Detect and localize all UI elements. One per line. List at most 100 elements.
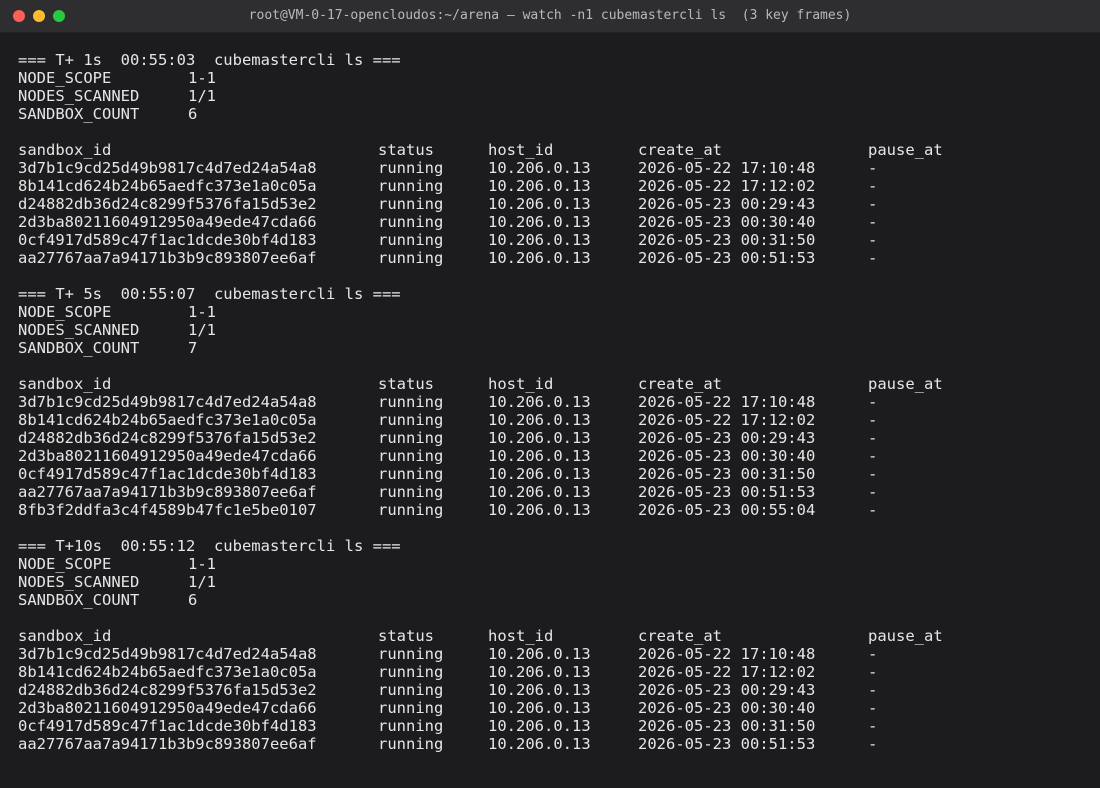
summary-key: NODES_SCANNED: [18, 87, 140, 105]
cell-pause-at: -: [868, 465, 878, 483]
cell-sandbox-id: d24882db36d24c8299f5376fa15d53e2: [18, 195, 317, 213]
cell-pause-at: -: [868, 249, 878, 267]
cell-create-at: 2026-05-23 00:51:53: [638, 483, 816, 501]
column-header-host-id: host_id: [488, 141, 554, 159]
cell-status: running: [378, 249, 444, 267]
summary-value: 6: [188, 105, 198, 123]
cell-sandbox-id: 8b141cd624b24b65aedfc373e1a0c05a: [18, 411, 317, 429]
cell-pause-at: -: [868, 429, 878, 447]
column-header-sandbox-id: sandbox_id: [18, 627, 112, 645]
summary-key: SANDBOX_COUNT: [18, 591, 140, 609]
title-bar[interactable]: root@VM-0-17-opencloudos:~/arena — watch…: [0, 0, 1100, 33]
cell-host-id: 10.206.0.13: [488, 447, 591, 465]
cell-sandbox-id: aa27767aa7a94171b3b9c893807ee6af: [18, 483, 317, 501]
cell-pause-at: -: [868, 645, 878, 663]
cell-create-at: 2026-05-23 00:55:04: [638, 501, 816, 519]
summary-key: SANDBOX_COUNT: [18, 105, 140, 123]
cell-sandbox-id: 3d7b1c9cd25d49b9817c4d7ed24a54a8: [18, 393, 317, 411]
cell-host-id: 10.206.0.13: [488, 195, 591, 213]
summary-value: 1-1: [188, 69, 216, 87]
cell-host-id: 10.206.0.13: [488, 735, 591, 753]
cell-host-id: 10.206.0.13: [488, 159, 591, 177]
cell-pause-at: -: [868, 483, 878, 501]
cell-host-id: 10.206.0.13: [488, 699, 591, 717]
cell-create-at: 2026-05-23 00:51:53: [638, 249, 816, 267]
column-header-pause-at: pause_at: [868, 141, 943, 159]
cell-sandbox-id: 0cf4917d589c47f1ac1dcde30bf4d183: [18, 231, 317, 249]
cell-status: running: [378, 195, 444, 213]
summary-value: 1/1: [188, 321, 216, 339]
cell-create-at: 2026-05-22 17:12:02: [638, 663, 816, 681]
cell-sandbox-id: 8b141cd624b24b65aedfc373e1a0c05a: [18, 177, 317, 195]
cell-create-at: 2026-05-23 00:29:43: [638, 429, 816, 447]
summary-key: NODES_SCANNED: [18, 321, 140, 339]
cell-pause-at: -: [868, 717, 878, 735]
summary-value: 1-1: [188, 555, 216, 573]
cell-pause-at: -: [868, 231, 878, 249]
cell-sandbox-id: aa27767aa7a94171b3b9c893807ee6af: [18, 249, 317, 267]
cell-create-at: 2026-05-22 17:10:48: [638, 393, 816, 411]
cell-pause-at: -: [868, 735, 878, 753]
cell-status: running: [378, 663, 444, 681]
cell-status: running: [378, 645, 444, 663]
summary-key: NODE_SCOPE: [18, 555, 112, 573]
column-header-pause-at: pause_at: [868, 375, 943, 393]
cell-sandbox-id: 8b141cd624b24b65aedfc373e1a0c05a: [18, 663, 317, 681]
cell-host-id: 10.206.0.13: [488, 465, 591, 483]
cell-create-at: 2026-05-23 00:30:40: [638, 699, 816, 717]
cell-status: running: [378, 699, 444, 717]
cell-sandbox-id: 3d7b1c9cd25d49b9817c4d7ed24a54a8: [18, 645, 317, 663]
cell-sandbox-id: 2d3ba80211604912950a49ede47cda66: [18, 699, 317, 717]
cell-sandbox-id: 3d7b1c9cd25d49b9817c4d7ed24a54a8: [18, 159, 317, 177]
cell-pause-at: -: [868, 663, 878, 681]
cell-pause-at: -: [868, 393, 878, 411]
summary-value: 6: [188, 591, 198, 609]
cell-create-at: 2026-05-23 00:31:50: [638, 717, 816, 735]
summary-key: SANDBOX_COUNT: [18, 339, 140, 357]
cell-create-at: 2026-05-23 00:29:43: [638, 681, 816, 699]
cell-create-at: 2026-05-23 00:30:40: [638, 447, 816, 465]
cell-sandbox-id: d24882db36d24c8299f5376fa15d53e2: [18, 681, 317, 699]
cell-host-id: 10.206.0.13: [488, 645, 591, 663]
cell-host-id: 10.206.0.13: [488, 681, 591, 699]
cell-sandbox-id: 2d3ba80211604912950a49ede47cda66: [18, 213, 317, 231]
cell-create-at: 2026-05-22 17:10:48: [638, 159, 816, 177]
cell-pause-at: -: [868, 177, 878, 195]
cell-status: running: [378, 447, 444, 465]
cell-status: running: [378, 717, 444, 735]
column-header-create-at: create_at: [638, 375, 722, 393]
column-header-sandbox-id: sandbox_id: [18, 141, 112, 159]
cell-create-at: 2026-05-23 00:31:50: [638, 231, 816, 249]
column-header-host-id: host_id: [488, 375, 554, 393]
cell-pause-at: -: [868, 159, 878, 177]
cell-sandbox-id: 8fb3f2ddfa3c4f4589b47fc1e5be0107: [18, 501, 317, 519]
cell-pause-at: -: [868, 699, 878, 717]
cell-host-id: 10.206.0.13: [488, 393, 591, 411]
frame-header-text: === T+ 5s 00:55:07 cubemastercli ls ===: [18, 285, 401, 303]
cell-status: running: [378, 159, 444, 177]
cell-pause-at: -: [868, 195, 878, 213]
cell-pause-at: -: [868, 681, 878, 699]
cell-host-id: 10.206.0.13: [488, 213, 591, 231]
cell-host-id: 10.206.0.13: [488, 501, 591, 519]
cell-create-at: 2026-05-23 00:29:43: [638, 195, 816, 213]
cell-sandbox-id: 0cf4917d589c47f1ac1dcde30bf4d183: [18, 465, 317, 483]
column-header-status: status: [378, 375, 434, 393]
terminal-output[interactable]: === T+ 1s 00:55:03 cubemastercli ls === N…: [0, 33, 1100, 788]
cell-create-at: 2026-05-23 00:51:53: [638, 735, 816, 753]
cell-status: running: [378, 735, 444, 753]
summary-value: 1/1: [188, 87, 216, 105]
cell-sandbox-id: d24882db36d24c8299f5376fa15d53e2: [18, 429, 317, 447]
cell-create-at: 2026-05-22 17:12:02: [638, 177, 816, 195]
column-header-pause-at: pause_at: [868, 627, 943, 645]
column-header-create-at: create_at: [638, 141, 722, 159]
summary-value: 1/1: [188, 573, 216, 591]
cell-status: running: [378, 483, 444, 501]
cell-pause-at: -: [868, 447, 878, 465]
summary-key: NODE_SCOPE: [18, 303, 112, 321]
cell-sandbox-id: 0cf4917d589c47f1ac1dcde30bf4d183: [18, 717, 317, 735]
column-header-status: status: [378, 141, 434, 159]
window-title: root@VM-0-17-opencloudos:~/arena — watch…: [248, 8, 852, 23]
cell-host-id: 10.206.0.13: [488, 249, 591, 267]
cell-status: running: [378, 465, 444, 483]
